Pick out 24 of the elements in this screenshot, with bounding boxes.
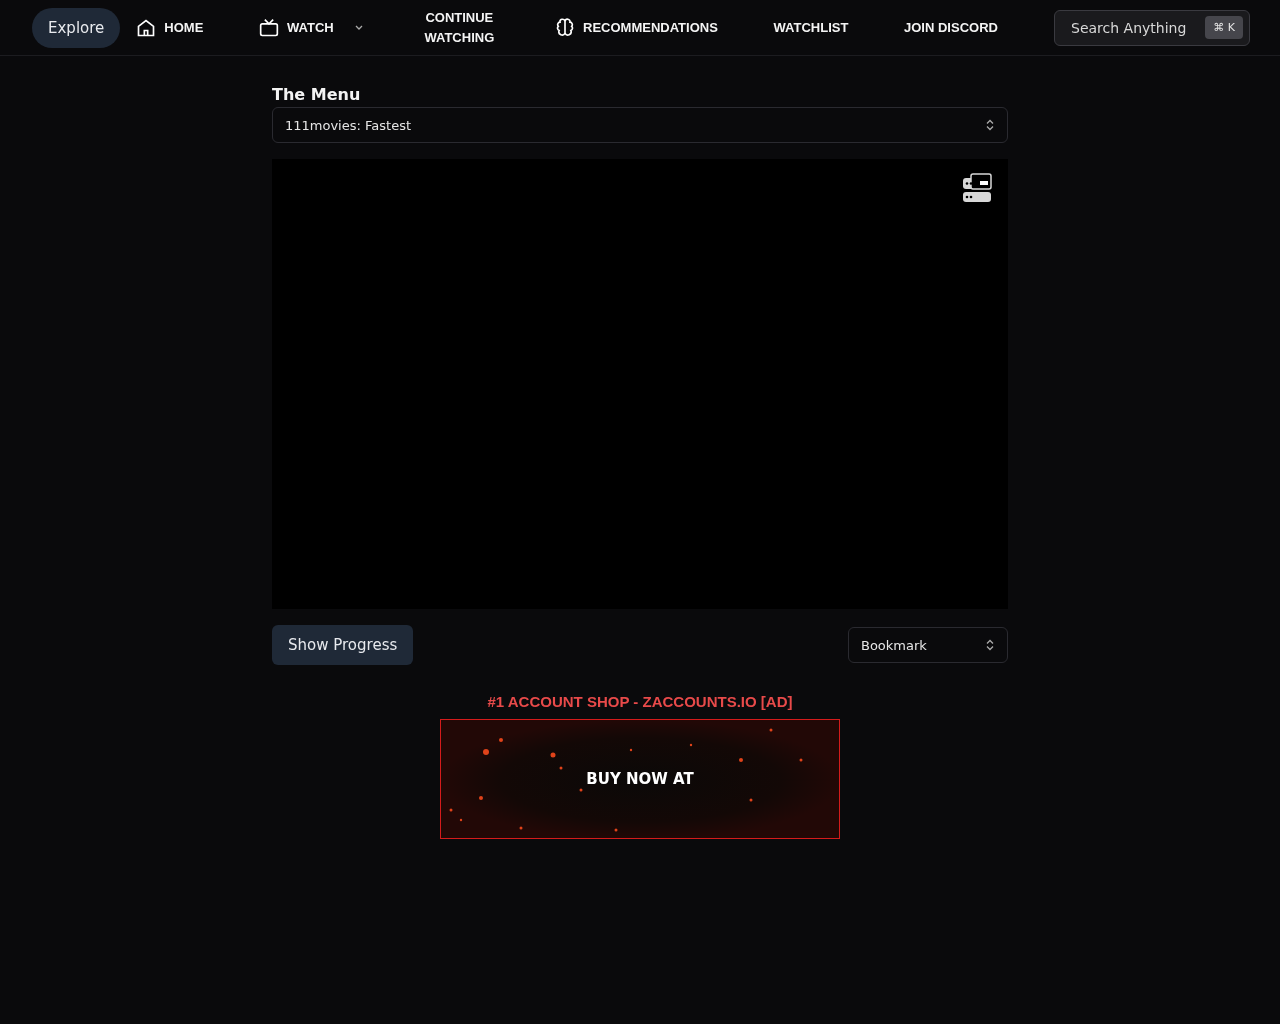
home-icon (136, 17, 157, 38)
nav-link[interactable]: WATCHLIST (773, 17, 849, 38)
explore-button[interactable]: Explore (32, 7, 121, 48)
nav-link[interactable]: WATCH (258, 17, 364, 38)
ad-title: #1 ACCOUNT SHOP - ZACCOUNTS.IO [AD] (486, 693, 794, 710)
chevron-down-icon (353, 24, 364, 31)
chevron-up-down-icon (985, 119, 995, 131)
nav-link[interactable]: HOME (136, 17, 204, 38)
shortcut-key: ⌘ K (1205, 16, 1243, 39)
brain-icon (555, 17, 575, 38)
ad-banner[interactable]: BUY NOW AT (440, 719, 840, 839)
search-placeholder: Search Anything (1071, 19, 1187, 36)
nav-link[interactable]: JOIN DISCORD (904, 17, 998, 38)
nav-link[interactable]: CONTINUE WATCHING (419, 7, 500, 48)
server-icon[interactable] (962, 173, 992, 203)
show-progress-button[interactable]: Show Progress (272, 625, 414, 665)
banner-text: BUY NOW AT (585, 770, 695, 788)
tv-icon (258, 17, 279, 38)
source-select[interactable]: 111movies: Fastest (272, 107, 1008, 143)
bookmark-select[interactable]: Bookmark (848, 627, 1008, 663)
nav-link[interactable]: RECOMMENDATIONS (555, 17, 718, 38)
search-field[interactable]: Search Anything ⌘ K (1054, 9, 1250, 46)
chevron-up-down-icon (985, 639, 995, 651)
menu-title: The Menu (272, 85, 362, 104)
